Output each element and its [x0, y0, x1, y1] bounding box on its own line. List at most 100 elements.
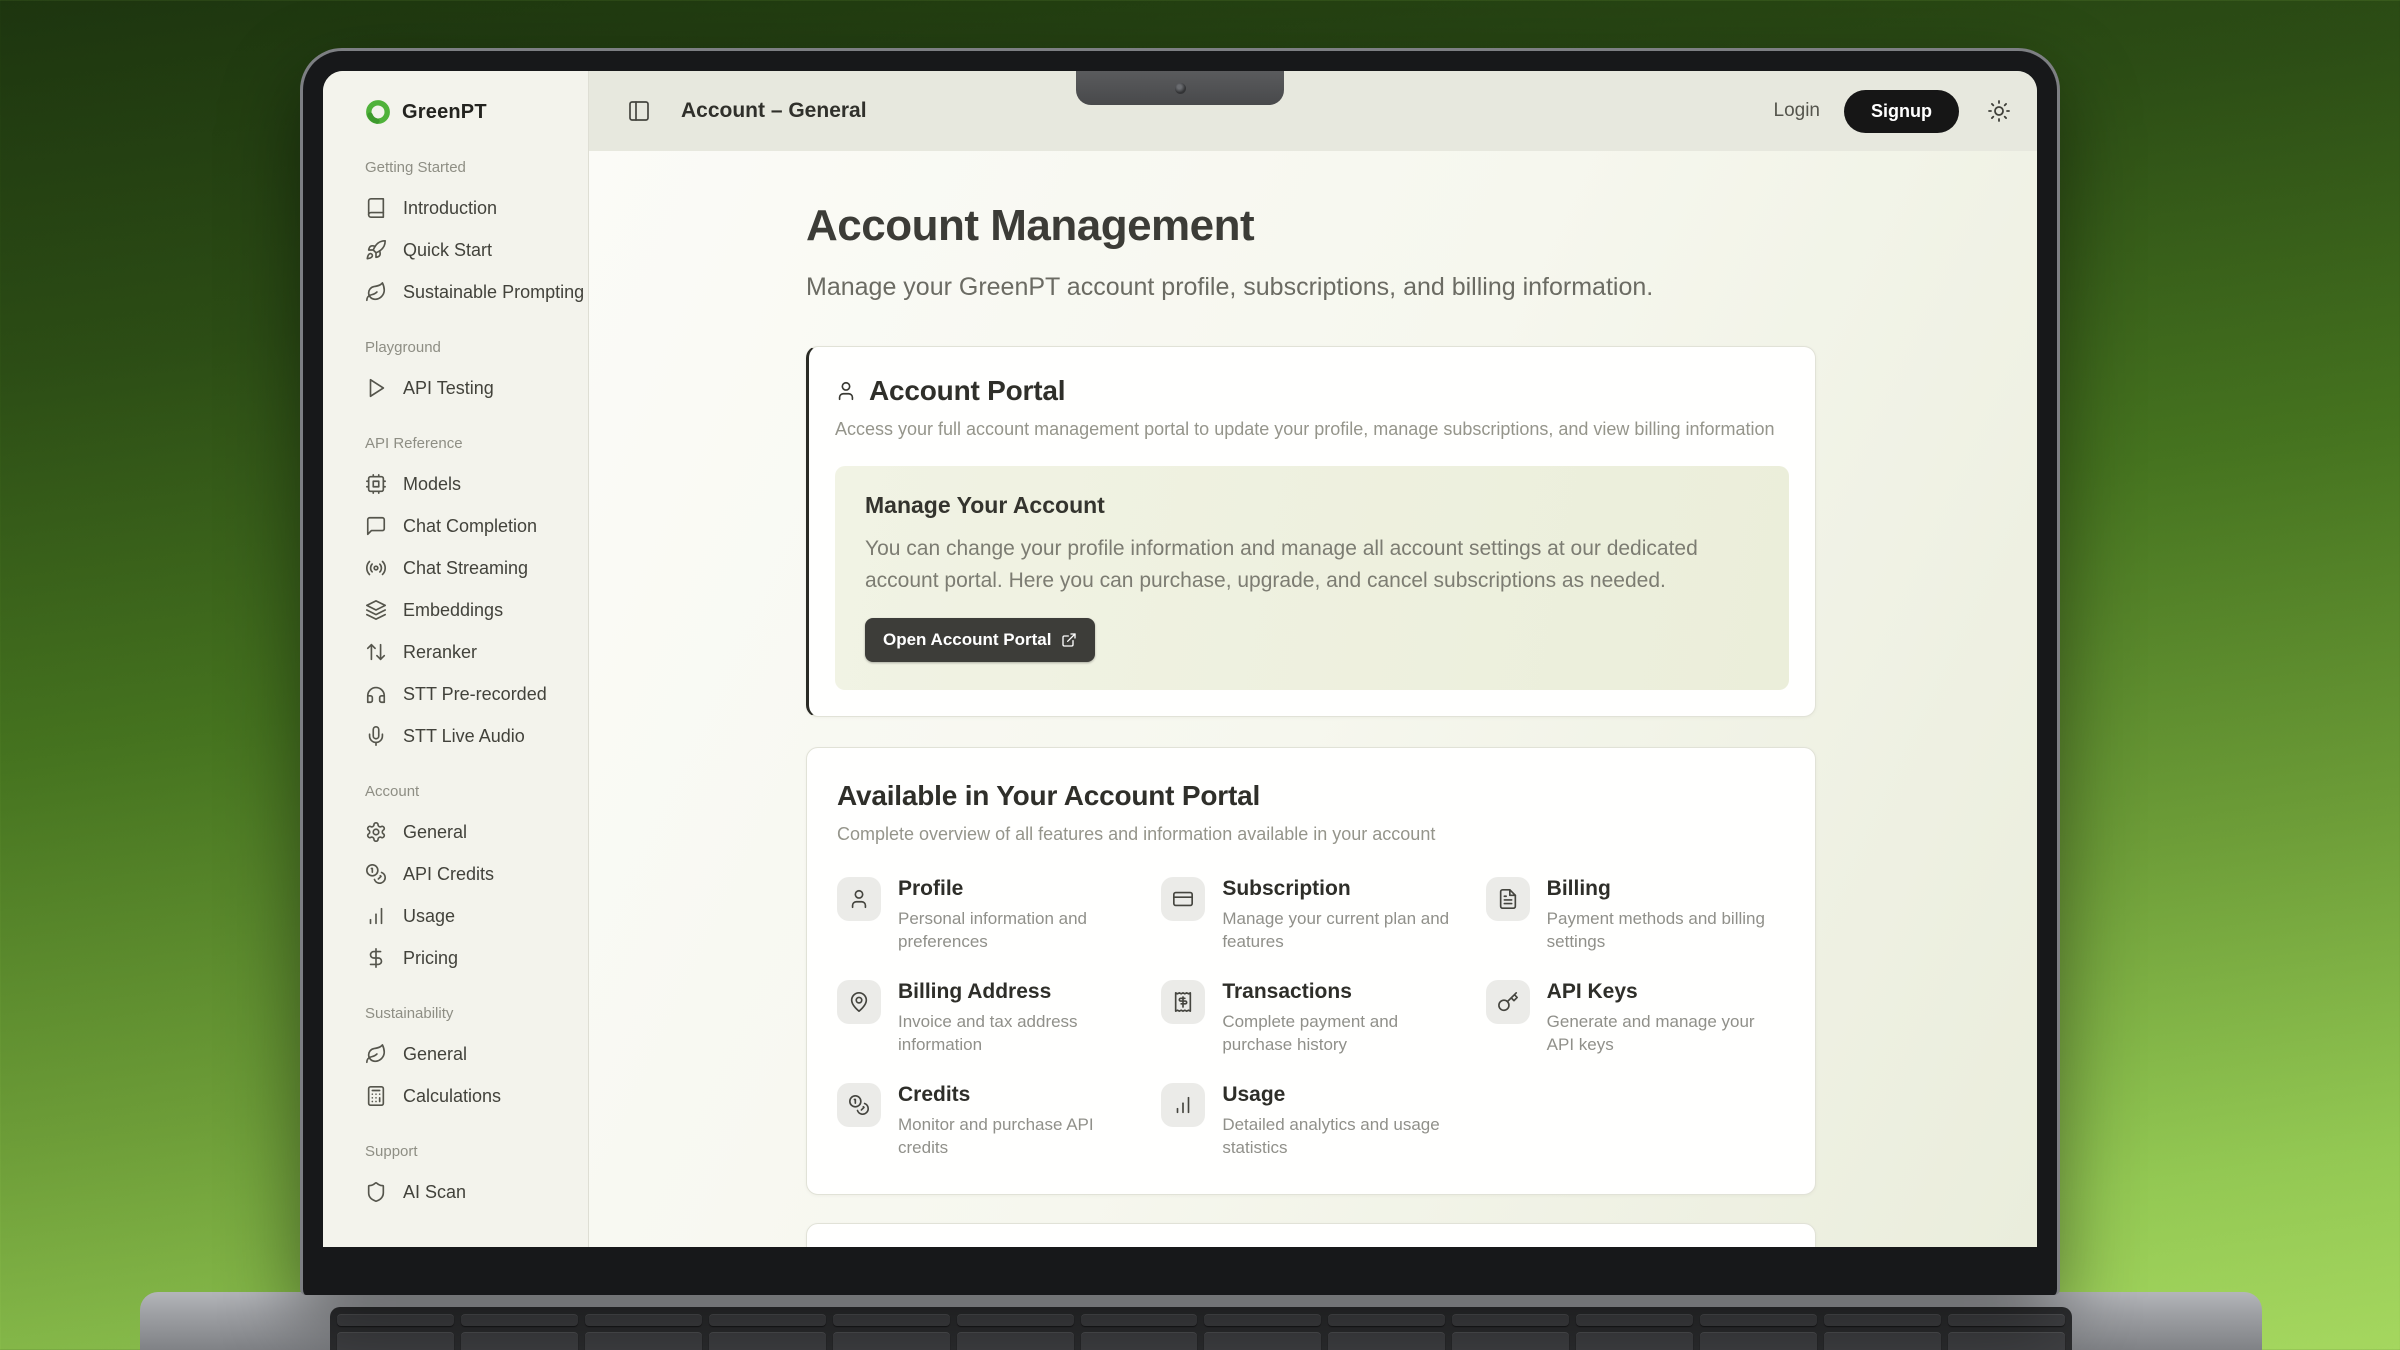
sidebar-item-label: Quick Start	[403, 240, 492, 261]
external-link-icon	[1061, 632, 1077, 648]
open-account-portal-button[interactable]: Open Account Portal	[865, 618, 1095, 662]
sidebar-item-label: Models	[403, 474, 461, 495]
feature-icon-box	[1486, 877, 1530, 921]
feature-title: Billing Address	[898, 980, 1136, 1004]
login-button[interactable]: Login	[1774, 100, 1821, 122]
feature-text: Credits Monitor and purchase API credits	[898, 1083, 1136, 1160]
sun-icon[interactable]	[1987, 99, 2011, 123]
keyboard-key	[1824, 1314, 1941, 1326]
sidebar-item[interactable]: Models	[365, 463, 574, 505]
feature-title: Usage	[1222, 1083, 1460, 1107]
sidebar-item[interactable]: Chat Completion	[365, 505, 574, 547]
play-icon	[365, 377, 387, 399]
sidebar-item[interactable]: API Credits	[365, 853, 574, 895]
feature-desc: Personal information and preferences	[898, 908, 1136, 954]
bar-chart-icon	[365, 905, 387, 927]
sidebar-section: API Reference Models Chat Completion	[365, 435, 574, 757]
sidebar-nav: Getting Started Introduction Quick Start	[365, 159, 574, 1213]
panel-body: You can change your profile information …	[865, 533, 1735, 596]
feature-text: Billing Payment methods and billing sett…	[1547, 877, 1785, 954]
bar-chart-icon	[1172, 1094, 1194, 1116]
coins-icon	[848, 1094, 870, 1116]
feature-icon-box	[1161, 877, 1205, 921]
coins-icon	[365, 863, 387, 885]
keyboard-key	[585, 1314, 702, 1326]
keyboard-key	[337, 1314, 454, 1326]
sidebar-section-label: Sustainability	[365, 1005, 574, 1022]
dollar-icon	[365, 947, 387, 969]
shield-icon	[365, 1181, 387, 1203]
file-text-icon	[1497, 888, 1519, 910]
card-subtitle: Complete overview of all features and in…	[837, 824, 1785, 845]
sidebar-item[interactable]: Chat Streaming	[365, 547, 574, 589]
sidebar-item[interactable]: STT Live Audio	[365, 715, 574, 757]
page-content: Account Management Manage your GreenPT a…	[806, 151, 1816, 1247]
sidebar-item[interactable]: General	[365, 811, 574, 853]
key-icon	[1497, 991, 1519, 1013]
sidebar-item-label: AI Scan	[403, 1182, 466, 1203]
sidebar: GreenPT Getting Started Introduction	[323, 71, 589, 1247]
sidebar-item[interactable]: Introduction	[365, 187, 574, 229]
sidebar-section-label: Support	[365, 1143, 574, 1160]
keyboard-key	[1824, 1332, 1941, 1350]
keyboard-key	[1081, 1332, 1198, 1350]
account-portal-card: Account Portal Access your full account …	[806, 346, 1816, 717]
notch	[1076, 71, 1284, 105]
feature-icon-box	[1161, 1083, 1205, 1127]
chip-icon	[365, 473, 387, 495]
sidebar-item[interactable]: Calculations	[365, 1075, 574, 1117]
broadcast-icon	[365, 557, 387, 579]
mic-icon	[365, 725, 387, 747]
sidebar-section-label: Account	[365, 783, 574, 800]
feature-icon-box	[1161, 980, 1205, 1024]
keyboard-key	[1204, 1314, 1321, 1326]
sidebar-item[interactable]: AI Scan	[365, 1171, 574, 1213]
user-icon	[848, 888, 870, 910]
sidebar-item[interactable]: Reranker	[365, 631, 574, 673]
sidebar-item-label: Embeddings	[403, 600, 503, 621]
feature-item: API Keys Generate and manage your API ke…	[1486, 980, 1785, 1057]
rocket-icon	[365, 239, 387, 261]
subscription-card: Subscription Management	[806, 1223, 1816, 1247]
signup-button[interactable]: Signup	[1844, 90, 1959, 133]
feature-item: Credits Monitor and purchase API credits	[837, 1083, 1136, 1160]
feature-title: Profile	[898, 877, 1136, 901]
feature-item: Billing Address Invoice and tax address …	[837, 980, 1136, 1057]
open-account-portal-label: Open Account Portal	[883, 630, 1051, 650]
headphones-icon	[365, 683, 387, 705]
keyboard-key	[1700, 1332, 1817, 1350]
keyboard-row	[337, 1332, 2065, 1350]
sidebar-item[interactable]: Quick Start	[365, 229, 574, 271]
main-area: Account – General Login Signup Account M…	[589, 71, 2037, 1247]
user-icon	[835, 380, 857, 402]
panel-title: Manage Your Account	[865, 492, 1759, 519]
book-icon	[365, 197, 387, 219]
brand-logo[interactable]: GreenPT	[365, 99, 574, 125]
sidebar-item-label: Introduction	[403, 198, 497, 219]
sidebar-item[interactable]: Embeddings	[365, 589, 574, 631]
sidebar-item-label: General	[403, 1044, 467, 1065]
feature-text: Billing Address Invoice and tax address …	[898, 980, 1136, 1057]
feature-desc: Generate and manage your API keys	[1547, 1011, 1785, 1057]
keyboard-key	[1948, 1314, 2065, 1326]
feature-item: Billing Payment methods and billing sett…	[1486, 877, 1785, 954]
sidebar-item[interactable]: General	[365, 1033, 574, 1075]
sidebar-item[interactable]: Pricing	[365, 937, 574, 979]
card-title-row: Account Portal	[835, 375, 1789, 407]
keyboard-key	[1452, 1332, 1569, 1350]
sidebar-item[interactable]: API Testing	[365, 367, 574, 409]
keyboard-key	[1452, 1314, 1569, 1326]
feature-desc: Detailed analytics and usage statistics	[1222, 1114, 1460, 1160]
panel-left-icon[interactable]	[627, 99, 651, 123]
keyboard-key	[1576, 1332, 1693, 1350]
keyboard-key	[1700, 1314, 1817, 1326]
sidebar-item[interactable]: STT Pre-recorded	[365, 673, 574, 715]
sidebar-item[interactable]: Usage	[365, 895, 574, 937]
keyboard-key	[1081, 1314, 1198, 1326]
sidebar-item[interactable]: Sustainable Prompting	[365, 271, 574, 313]
camera-icon	[1175, 83, 1186, 94]
feature-text: API Keys Generate and manage your API ke…	[1547, 980, 1785, 1057]
sidebar-section-label: Getting Started	[365, 159, 574, 176]
sidebar-item-label: STT Pre-recorded	[403, 684, 547, 705]
keyboard-key	[833, 1332, 950, 1350]
